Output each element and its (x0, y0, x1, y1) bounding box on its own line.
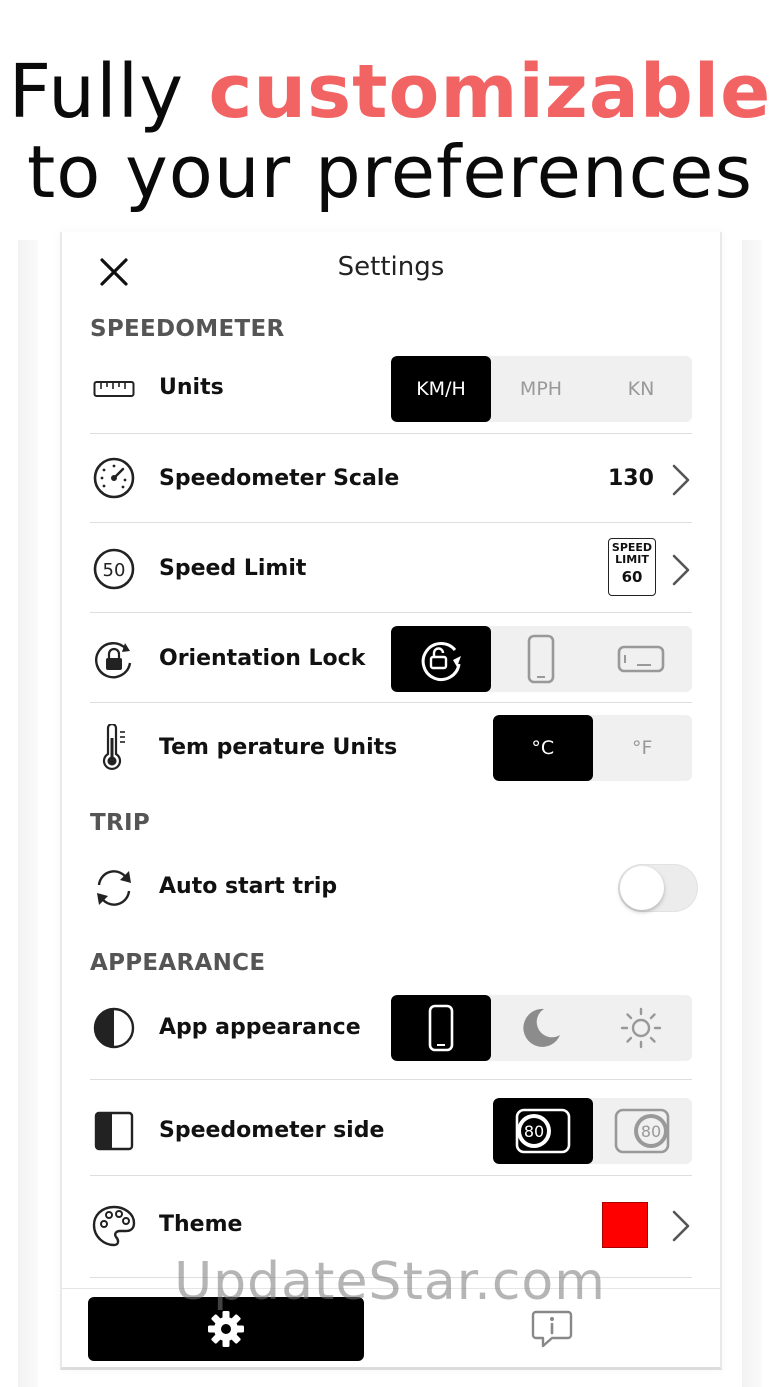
speed-limit-sign[interactable]: SPEED LIMIT 60 (608, 538, 656, 596)
appearance-segmented-control (391, 995, 692, 1061)
speed-limit-sign-line2: LIMIT (615, 553, 649, 566)
gauge-icon (90, 454, 138, 502)
ruler-icon (90, 365, 138, 413)
temperature-units-label: Tem perature Units (159, 735, 398, 760)
units-option-kmh[interactable]: KM/H (391, 356, 491, 422)
temperature-option-celsius[interactable]: °C (493, 715, 593, 781)
palette-icon (90, 1202, 138, 1250)
app-appearance-row: App appearance (90, 995, 692, 1061)
side-panel-icon (90, 1107, 138, 1155)
auto-rotate-icon[interactable] (391, 626, 491, 692)
temperature-option-fahrenheit[interactable]: °F (593, 715, 693, 781)
temperature-segmented-control: °C °F (493, 715, 692, 781)
headline-accent: customizable (208, 49, 772, 135)
rotation-lock-icon (90, 635, 138, 683)
orientation-lock-label: Orientation Lock (159, 646, 366, 671)
auto-start-trip-row: Auto start trip (90, 862, 698, 914)
chevron-right-icon[interactable] (670, 462, 692, 498)
speedometer-side-label: Speedometer side (159, 1118, 385, 1143)
portrait-phone-icon[interactable] (491, 626, 591, 692)
toggle-knob (620, 866, 664, 910)
chevron-right-icon[interactable] (670, 552, 692, 588)
divider (90, 1079, 692, 1080)
divider (90, 433, 692, 434)
speedometer-scale-row[interactable]: Speedometer Scale 130 (90, 452, 692, 508)
thermometer-icon (90, 724, 138, 772)
speedometer-scale-label: Speedometer Scale (159, 466, 400, 491)
speed-limit-row[interactable]: 50 Speed Limit SPEED LIMIT 60 (90, 536, 692, 602)
speedometer-left-option-value: 80 (524, 1122, 544, 1141)
units-row: Units KM/H MPH KN (90, 356, 692, 422)
speed-50-icon: 50 (90, 545, 138, 593)
sync-icon (90, 864, 138, 912)
theme-color-swatch[interactable] (602, 1202, 648, 1248)
app-appearance-label: App appearance (159, 1015, 361, 1040)
theme-label: Theme (159, 1212, 243, 1237)
chevron-right-icon[interactable] (670, 1208, 692, 1244)
section-trip: TRIP (90, 810, 151, 836)
auto-start-trip-label: Auto start trip (159, 874, 338, 899)
units-option-mph[interactable]: MPH (491, 356, 591, 422)
half-circle-icon (90, 1004, 138, 1052)
speed-limit-sign-value: 60 (621, 568, 643, 586)
moon-icon[interactable] (491, 995, 591, 1061)
background-device-edge-right (742, 240, 762, 1387)
units-segmented-control: KM/H MPH KN (391, 356, 692, 422)
divider (90, 612, 692, 613)
headline-line-1: Fully customizable (0, 52, 780, 132)
speedometer-right-option-value: 80 (641, 1122, 661, 1141)
headline-line-2: to your preferences (27, 130, 753, 214)
phone-icon[interactable] (391, 995, 491, 1061)
background-device-edge-left (18, 240, 38, 1387)
page-title: Settings (337, 252, 445, 282)
sun-icon[interactable] (591, 995, 691, 1061)
theme-row[interactable]: Theme (90, 1198, 692, 1254)
settings-screen: Settings SPEEDOMETER Units KM/H MPH KN S… (60, 232, 722, 1370)
headline-plain: Fully (8, 49, 184, 135)
speed-50-icon-text: 50 (103, 560, 126, 581)
divider (90, 1175, 692, 1176)
section-appearance: APPEARANCE (90, 950, 266, 976)
info-bubble-icon[interactable] (530, 1307, 574, 1351)
landscape-phone-icon[interactable] (591, 626, 691, 692)
speedometer-left-option[interactable]: 80 (493, 1098, 593, 1164)
orientation-lock-row: Orientation Lock (90, 626, 692, 692)
orientation-segmented-control (391, 626, 692, 692)
divider (90, 702, 692, 703)
divider (90, 522, 692, 523)
auto-start-trip-toggle[interactable] (618, 864, 698, 912)
watermark: UpdateStar.com (174, 1252, 606, 1312)
section-speedometer: SPEEDOMETER (90, 316, 285, 342)
speedometer-side-segmented-control: 80 80 (493, 1098, 692, 1164)
units-option-kn[interactable]: KN (591, 356, 691, 422)
temperature-units-row: Tem perature Units °C °F (90, 715, 692, 781)
speedometer-side-row: Speedometer side 80 80 (90, 1098, 692, 1164)
settings-gear-icon (208, 1311, 244, 1347)
units-label: Units (159, 375, 224, 400)
speed-limit-label: Speed Limit (159, 556, 307, 581)
speedometer-scale-value: 130 (608, 466, 654, 491)
speedometer-right-option[interactable]: 80 (593, 1098, 693, 1164)
